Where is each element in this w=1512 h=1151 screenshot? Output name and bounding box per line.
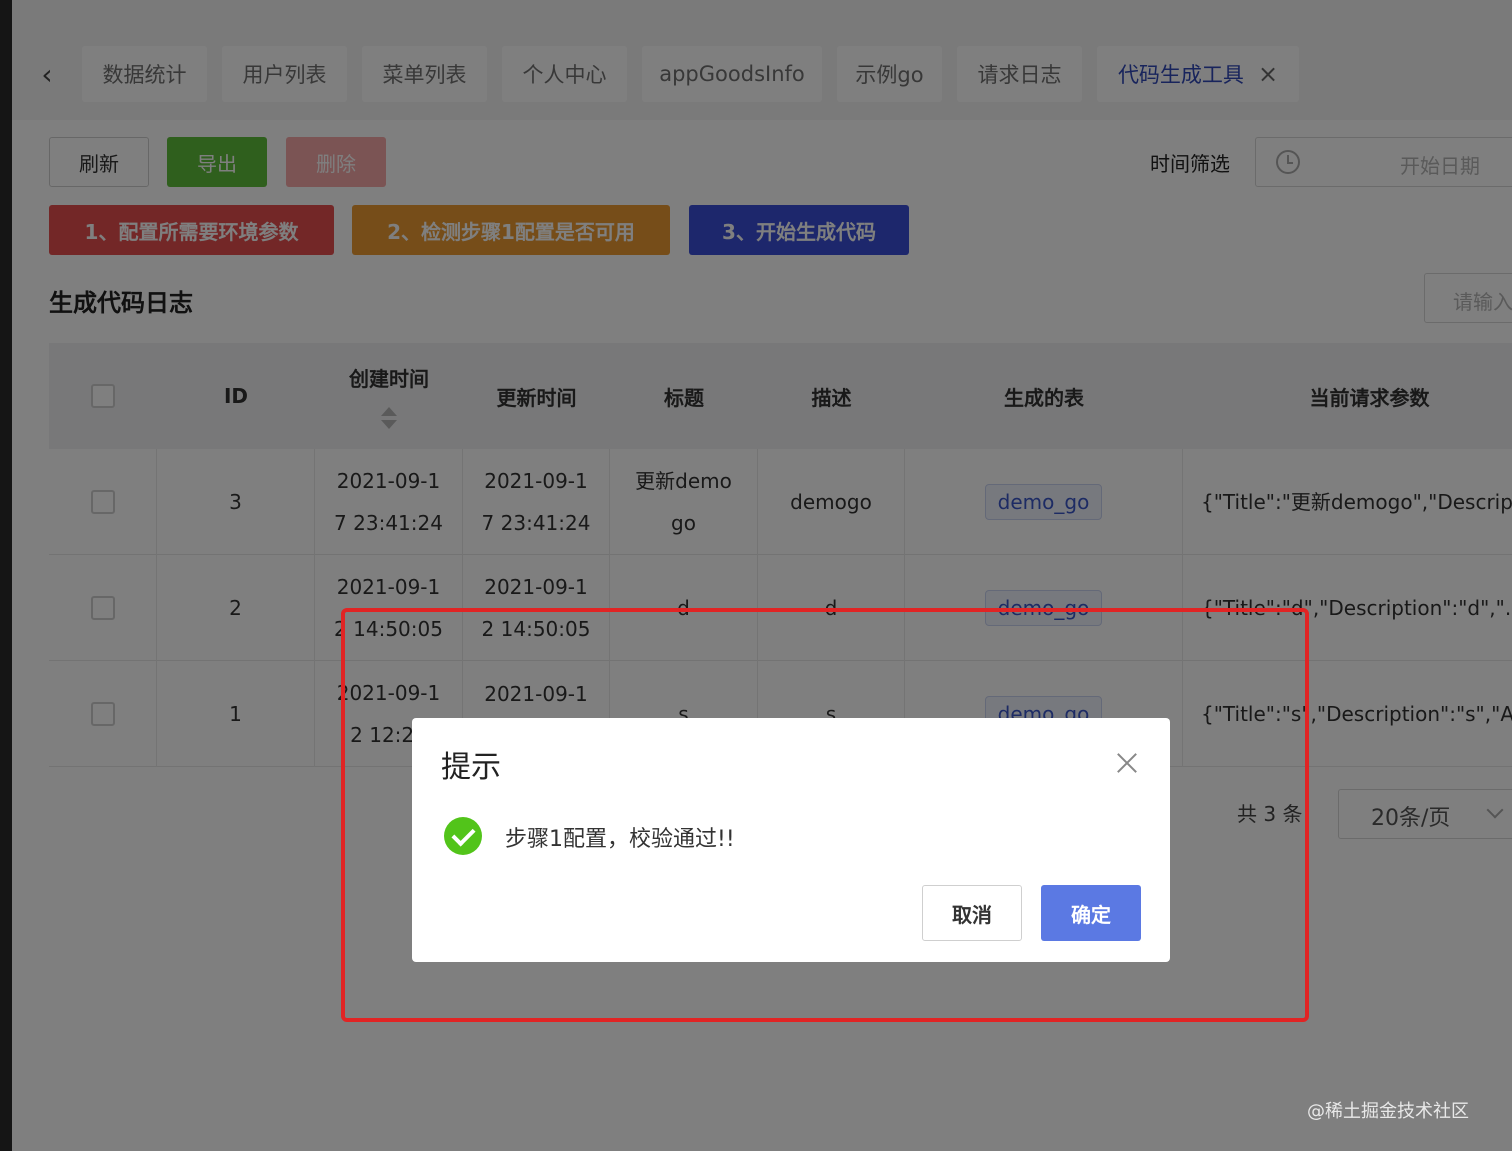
highlight-annotation [341,608,1309,1022]
watermark: @稀土掘金技术社区 [1307,1101,1469,1122]
